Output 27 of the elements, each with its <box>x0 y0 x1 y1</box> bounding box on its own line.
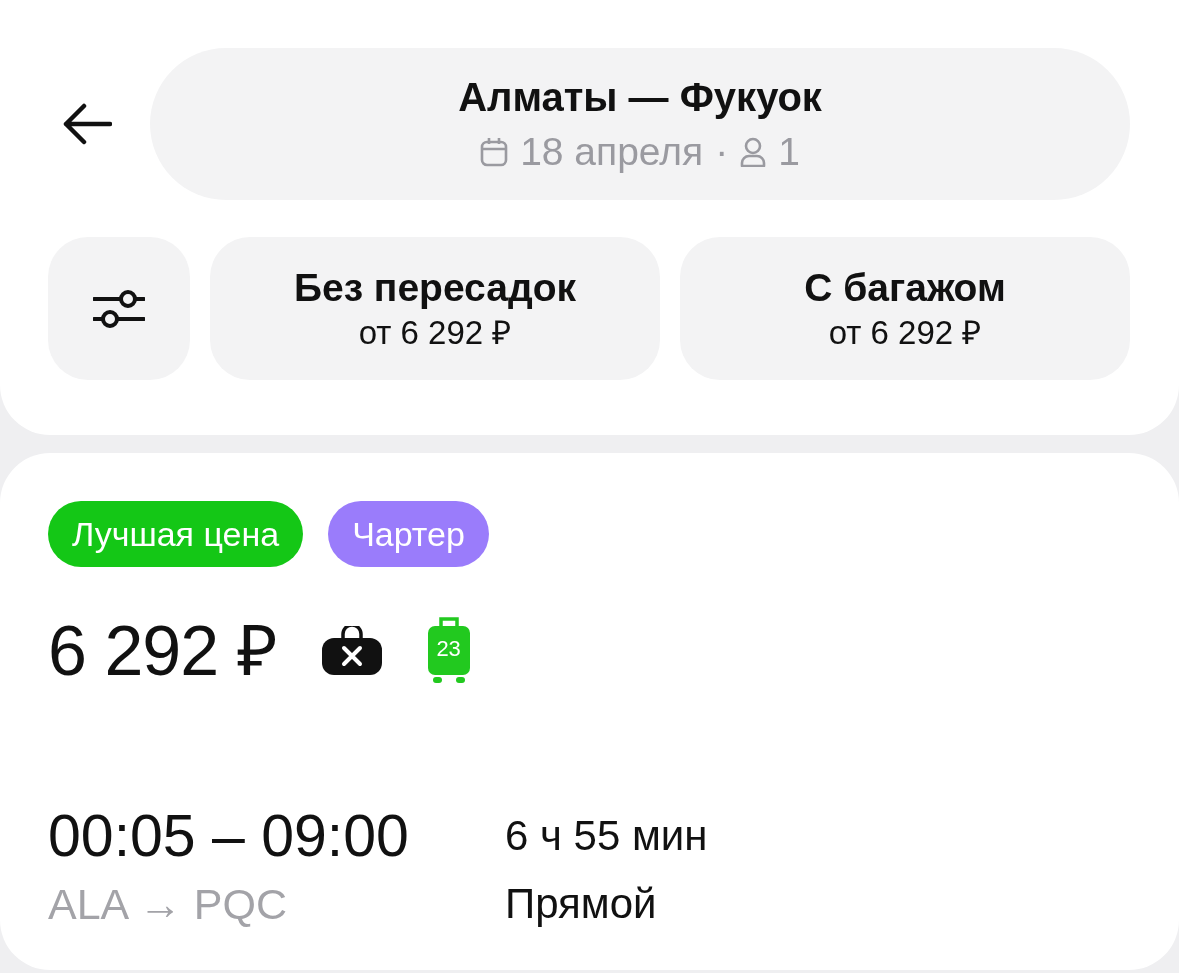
passenger-count: 1 <box>778 129 800 175</box>
flight-price: 6 292 ₽ <box>48 611 277 691</box>
search-summary[interactable]: Алматы — Фукуок 18 апреля · 1 <box>150 48 1130 200</box>
filter-price: от 6 292 ₽ <box>828 312 982 353</box>
stops-info: Прямой <box>505 879 657 929</box>
filter-chip[interactable]: С багажом от 6 292 ₽ <box>680 237 1130 380</box>
airport-route: ALA → PQC <box>48 879 287 930</box>
filter-title: С багажом <box>804 264 1006 311</box>
flight-duration: 6 ч 55 мин <box>505 811 708 861</box>
filter-button[interactable] <box>48 237 190 380</box>
baggage-weight: 23 <box>435 636 462 662</box>
flight-tag: Чартер <box>328 501 489 567</box>
filter-price: от 6 292 ₽ <box>358 312 512 353</box>
flight-times: 00:05 – 09:00 <box>48 807 409 865</box>
suitcase-icon <box>426 617 471 685</box>
calendar-icon <box>480 137 509 167</box>
filter-title: Без пересадок <box>293 264 577 311</box>
back-arrow-icon <box>62 103 112 145</box>
filter-chip[interactable]: Без пересадок от 6 292 ₽ <box>210 237 660 380</box>
flight-tag: Лучшая цена <box>48 501 304 567</box>
route-title: Алматы — Фукуок <box>458 74 822 121</box>
filter-sliders-icon <box>93 288 145 329</box>
trip-date: 18 апреля <box>520 129 704 175</box>
bag-crossed-icon <box>320 626 383 676</box>
person-icon <box>740 137 767 167</box>
separator-dot: · <box>715 129 729 175</box>
flight-card[interactable]: Лучшая цена Чартер 6 292 ₽ 23 00:05 – 09:00 6 ч 55 мин ALA → PQC Прямой <box>0 453 1179 970</box>
